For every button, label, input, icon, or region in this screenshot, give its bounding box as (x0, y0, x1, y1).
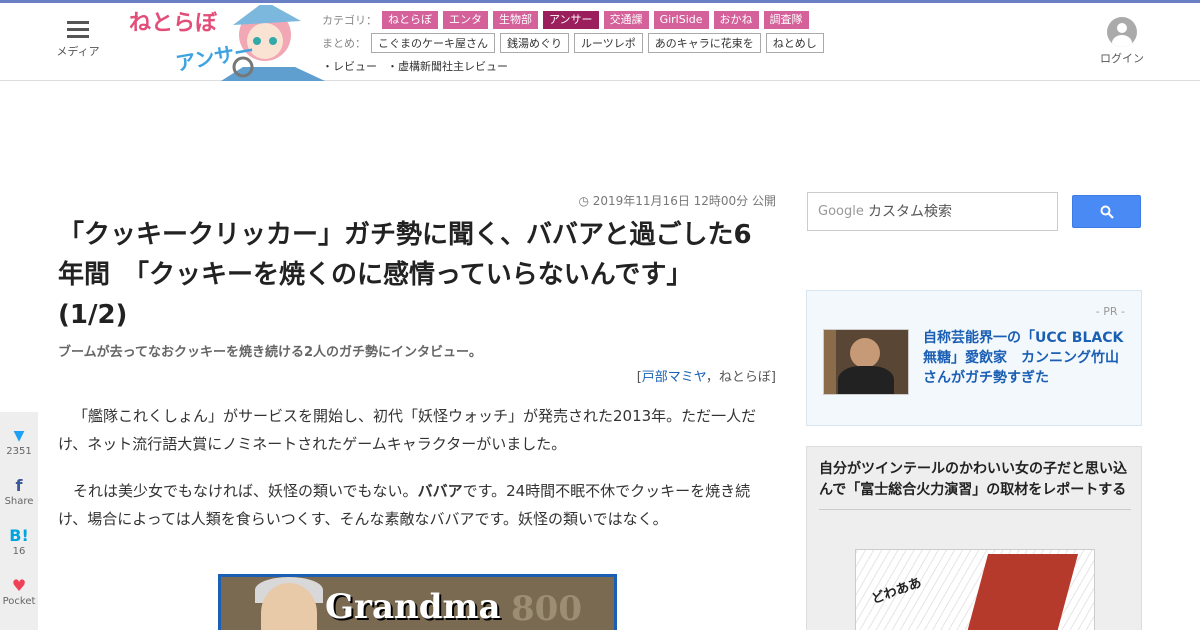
matome-link[interactable]: あのキャラに花束を (647, 33, 761, 53)
category-chosatai[interactable]: 調査隊 (763, 11, 809, 29)
emphasis-text: ババア (417, 482, 463, 500)
matome-link[interactable]: ルーツレポ (574, 33, 643, 53)
article-title: 「クッキークリッカー」ガチ勢に聞く、ババアと過ごした6年間 「クッキーを焼くのに… (58, 220, 752, 330)
google-brand-text: Google (818, 204, 864, 219)
media-menu-button[interactable]: メディア (50, 21, 106, 59)
hatena-icon: B! (9, 526, 29, 545)
category-okane[interactable]: おかね (713, 11, 759, 29)
matome-link[interactable]: こぐまのケーキ屋さん (371, 33, 495, 53)
related-article-title[interactable]: 自分がツインテールのかわいい女の子だと思い込んで「富士総合火力演習」の取材をレポ… (819, 459, 1131, 510)
matome-link[interactable]: 銭湯めぐり (500, 33, 569, 53)
category-kotsu[interactable]: 交通課 (603, 11, 649, 29)
category-label: カテゴリ： (322, 14, 377, 27)
category-girlside[interactable]: GirlSide (653, 11, 709, 29)
share-pocket[interactable]: ♥ Pocket (0, 576, 38, 607)
pocket-icon: ♥ (11, 576, 27, 595)
article-subtitle: ブームが去ってなおクッキーを焼き続ける2人のガチ勢にインタビュー。 (58, 345, 482, 360)
review-row: ・レビュー ・虚構新聞社主レビュー (322, 55, 829, 77)
clock-icon: ◷ (578, 194, 593, 208)
pr-link[interactable]: 自称芸能界一の「UCC BLACK無糖」愛飲家 カンニング竹山さんがガチ勢すぎた (923, 328, 1128, 388)
pr-label: - PR - (1095, 305, 1125, 318)
media-menu-label: メディア (56, 45, 100, 58)
publish-date: ◷ 2019年11月16日 12時00分 公開 (578, 194, 776, 208)
related-article-image[interactable]: どわああ (855, 549, 1095, 630)
article-paragraph: それは美少女でもなければ、妖怪の類いでもない。ババアです。24時間不眠不休でクッ… (58, 482, 751, 528)
twitter-icon: ▼ (13, 428, 25, 444)
category-row: カテゴリ： ねとらぼ エンタ 生物部 アンサー 交通課 GirlSide おかね… (322, 9, 829, 31)
author-link[interactable]: 戸部マミヤ (642, 370, 706, 385)
share-sidebar: ▼ 2351 f Share B! 16 ♥ Pocket (0, 412, 38, 630)
share-facebook[interactable]: f Share (0, 476, 38, 507)
category-enta[interactable]: エンタ (443, 11, 488, 29)
hamburger-icon (67, 21, 89, 39)
matome-row: まとめ： こぐまのケーキ屋さん 銭湯めぐり ルーツレポ あのキャラに花束を ねと… (322, 32, 829, 54)
related-article-box: 自分がツインテールのかわいい女の子だと思い込んで「富士総合火力演習」の取材をレポ… (806, 446, 1142, 630)
byline: [戸部マミヤ，ねとらぼ] (636, 370, 776, 385)
share-hatena[interactable]: B! 16 (0, 526, 38, 557)
category-seibutsu[interactable]: 生物部 (493, 11, 538, 29)
header-nav: カテゴリ： ねとらぼ エンタ 生物部 アンサー 交通課 GirlSide おかね… (322, 9, 829, 78)
matome-label: まとめ： (322, 37, 366, 50)
image-caption-text: Grandma (325, 587, 501, 627)
pr-ad-box: - PR - 自称芸能界一の「UCC BLACK無糖」愛飲家 カンニング竹山さん… (806, 290, 1142, 426)
article-image[interactable]: Grandma 800 (218, 574, 617, 630)
review-link[interactable]: ・レビュー (322, 58, 377, 74)
login-label: ログイン (1100, 52, 1144, 65)
search-button[interactable] (1072, 195, 1141, 228)
user-avatar-icon (1107, 17, 1137, 47)
search-icon (1100, 205, 1114, 219)
review-link[interactable]: ・虚構新聞社主レビュー (387, 58, 508, 74)
site-name: ねとらぼ (718, 370, 771, 385)
category-netorabo[interactable]: ねとらぼ (382, 11, 438, 29)
facebook-icon: f (15, 476, 23, 495)
share-twitter[interactable]: ▼ 2351 (0, 426, 38, 457)
site-header: メディア ねとらぼ アンサー カテゴリ： ねとらぼ エンタ 生物部 アンサー 交… (0, 3, 1200, 81)
pr-thumbnail[interactable] (823, 329, 909, 395)
search-input[interactable] (868, 201, 1053, 223)
category-answer[interactable]: アンサー (543, 11, 599, 29)
article-paragraph: 「艦隊これくしょん」がサービスを開始し、初代「妖怪ウォッチ」が発売された2013… (58, 407, 757, 453)
site-search: Google (807, 192, 1058, 231)
image-number-text: 800 (511, 589, 582, 629)
logo-text: ねとらぼ (129, 11, 218, 36)
login-button[interactable]: ログイン (1098, 17, 1146, 66)
matome-link[interactable]: ねとめし (765, 33, 824, 53)
